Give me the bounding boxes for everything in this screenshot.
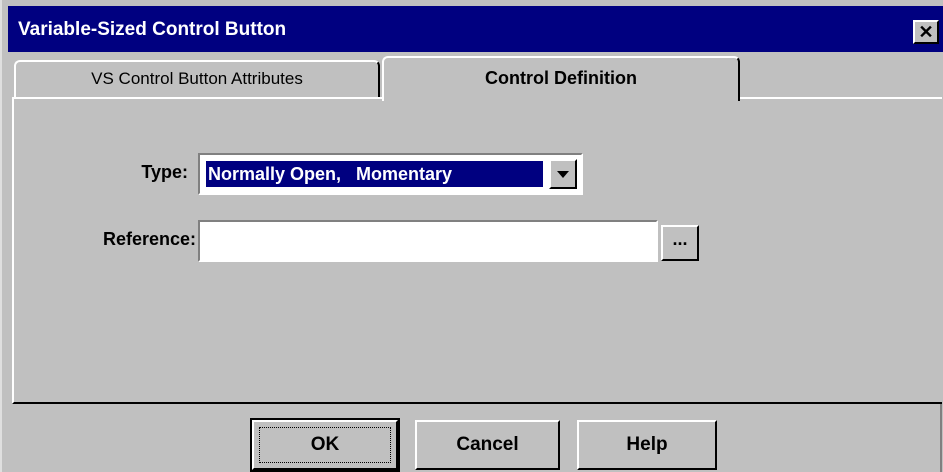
type-label: Type: [141, 162, 188, 182]
type-selected-value: Normally Open, Momentary [206, 161, 543, 187]
chevron-down-icon [557, 171, 569, 178]
title-bar: Variable-Sized Control Button ✕ [8, 6, 943, 52]
type-select[interactable]: Normally Open, Momentary [198, 153, 583, 195]
dropdown-arrow-button[interactable] [549, 159, 577, 189]
tab-control-definition[interactable]: Control Definition [382, 56, 740, 101]
ok-button[interactable]: OK [250, 418, 400, 472]
cancel-button[interactable]: Cancel [415, 420, 560, 470]
window-title: Variable-Sized Control Button [18, 19, 287, 40]
ok-button-label: OK [310, 434, 340, 455]
reference-input[interactable] [198, 220, 658, 262]
dialog-window: Variable-Sized Control Button ✕ VS Contr… [0, 0, 943, 472]
tab-vs-control-button-attributes[interactable]: VS Control Button Attributes [14, 60, 380, 98]
close-icon[interactable]: ✕ [913, 20, 939, 44]
window-edge [940, 404, 942, 472]
reference-label: Reference: [102, 229, 196, 249]
help-button[interactable]: Help [577, 420, 717, 470]
browse-button[interactable]: ... [661, 225, 699, 261]
